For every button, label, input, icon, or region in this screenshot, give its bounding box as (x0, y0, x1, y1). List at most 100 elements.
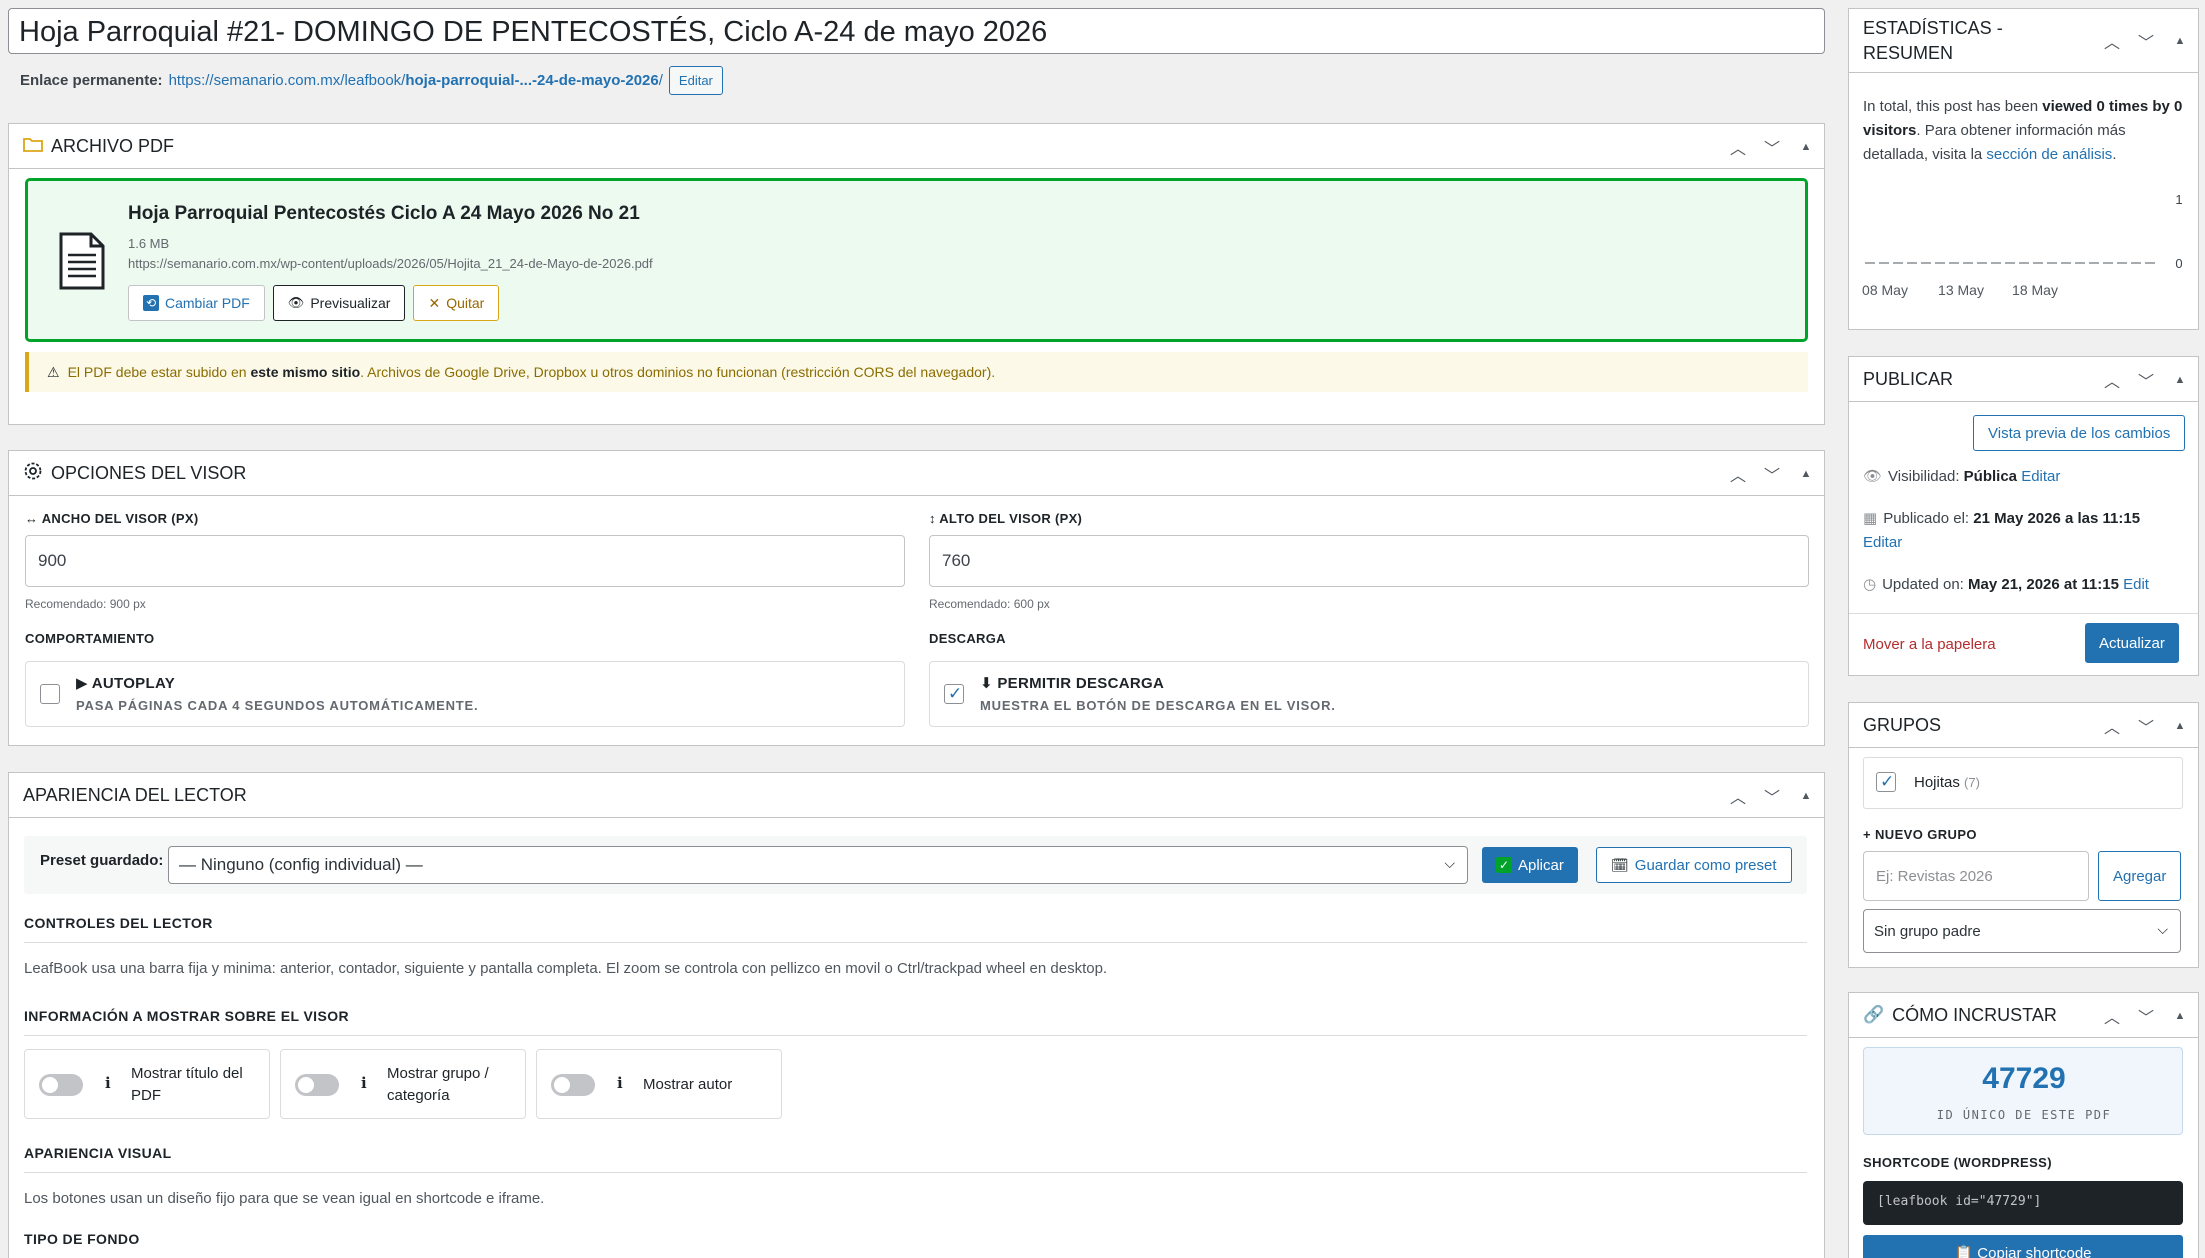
shortcode-code[interactable]: [leafbook id="47729"] (1863, 1181, 2183, 1225)
move-down-icon[interactable]: ﹀ (2138, 1004, 2154, 1028)
permalink-base: https://semanario.com.mx/leafbook/ (168, 71, 406, 89)
copy-shortcode-button[interactable]: 📋 Copiar shortcode (1863, 1235, 2183, 1258)
show-group-toggle[interactable] (295, 1074, 339, 1096)
autoplay-title: ▶ AUTOPLAY (76, 675, 175, 692)
move-down-icon[interactable]: ﹀ (2138, 29, 2154, 53)
visibility-edit-link[interactable]: Editar (2021, 468, 2060, 485)
move-up-icon[interactable]: ︿ (1730, 135, 1746, 159)
move-up-icon[interactable]: ︿ (1730, 784, 1746, 808)
move-down-icon[interactable]: ﹀ (1764, 135, 1780, 159)
autoplay-option[interactable]: ▶ AUTOPLAY PASA PÁGINAS CADA 4 SEGUNDOS … (25, 661, 905, 727)
show-title-toggle[interactable] (39, 1074, 83, 1096)
group-hojitas-checkbox[interactable] (1876, 772, 1896, 792)
pdf-id-card: 47729 ID ÚNICO DE ESTE PDF (1863, 1047, 2183, 1135)
collapse-icon[interactable]: ▲ (1798, 790, 1814, 802)
background-type-title: TIPO DE FONDO (24, 1231, 140, 1247)
preview-changes-button[interactable]: Vista previa de los cambios (1973, 415, 2186, 451)
collapse-icon[interactable]: ▲ (2172, 720, 2188, 732)
collapse-icon[interactable]: ▲ (1798, 468, 1814, 480)
pdf-box-header: ARCHIVO PDF ︿ ﹀ ▲ (9, 124, 1824, 169)
collapse-icon[interactable]: ▲ (2172, 1010, 2188, 1022)
preview-pdf-button[interactable]: 👁 Previsualizar (272, 285, 406, 321)
updated-label: Updated on: (1882, 576, 1968, 593)
pdf-id-value: 47729 (1982, 1062, 2066, 1095)
move-down-icon[interactable]: ﹀ (1764, 784, 1780, 808)
download-description: MUESTRA EL BOTÓN DE DESCARGA EN EL VISOR… (980, 698, 1336, 713)
move-down-icon[interactable]: ﹀ (1764, 462, 1780, 486)
parent-group-select[interactable]: Sin grupo padre ⌵ (1863, 909, 2181, 953)
viewer-options-box: OPCIONES DEL VISOR ︿ ﹀ ▲ ↔ ANCHO DEL VIS… (8, 450, 1825, 746)
show-title-toggle-card[interactable]: i Mostrar título del PDF (24, 1049, 270, 1119)
show-group-toggle-card[interactable]: i Mostrar grupo / categoría (280, 1049, 526, 1119)
update-button[interactable]: Actualizar (2085, 623, 2179, 663)
move-up-icon[interactable]: ︿ (2104, 29, 2120, 53)
analytics-link[interactable]: sección de análisis (1986, 146, 2112, 163)
published-edit-link[interactable]: Editar (1863, 534, 1902, 551)
apply-preset-label: Aplicar (1518, 856, 1564, 874)
post-title-input[interactable]: Hoja Parroquial #21- DOMINGO DE PENTECOS… (8, 8, 1825, 54)
download-label: DESCARGA (929, 631, 1006, 646)
info-title: INFORMACIÓN A MOSTRAR SOBRE EL VISOR (24, 1008, 350, 1024)
move-up-icon[interactable]: ︿ (2104, 1004, 2120, 1028)
download-title: ⬇ PERMITIR DESCARGA (980, 675, 1165, 692)
show-author-toggle[interactable] (551, 1074, 595, 1096)
collapse-icon[interactable]: ▲ (1798, 141, 1814, 153)
publish-box-header: PUBLICAR ︿ ﹀ ▲ (1849, 357, 2198, 402)
divider (24, 942, 1807, 943)
warning-icon: ⚠ (47, 363, 60, 380)
calendar-icon: 🗓 (1611, 856, 1629, 873)
collapse-icon[interactable]: ▲ (2172, 374, 2188, 386)
show-author-toggle-card[interactable]: i Mostrar autor (536, 1049, 782, 1119)
embed-box-header: 🔗 CÓMO INCRUSTAR ︿ ﹀ ▲ (1849, 993, 2198, 1038)
info-icon: i (361, 1074, 367, 1092)
visual-text: Los botones usan un diseño fijo para que… (24, 1190, 545, 1207)
change-pdf-button[interactable]: ⟲ Cambiar PDF (128, 285, 265, 321)
pdf-id-label: ID ÚNICO DE ESTE PDF (1936, 1108, 2112, 1122)
updated-value: May 21, 2026 at 11:15 (1968, 576, 2119, 593)
permalink-link[interactable]: https://semanario.com.mx/leafbook/hoja-p… (169, 72, 663, 89)
download-option[interactable]: ⬇ PERMITIR DESCARGA MUESTRA EL BOTÓN DE … (929, 661, 1809, 727)
groups-box-header: GRUPOS ︿ ﹀ ▲ (1849, 703, 2198, 748)
preset-label: Preset guardado: (40, 852, 164, 869)
add-group-button[interactable]: Agregar (2098, 851, 2182, 901)
autoplay-checkbox[interactable] (40, 684, 60, 704)
move-down-icon[interactable]: ﹀ (2138, 368, 2154, 392)
download-checkbox[interactable] (944, 684, 964, 704)
save-preset-label: Guardar como preset (1634, 856, 1777, 874)
x-tick-label: 08 May (1862, 282, 1908, 298)
collapse-icon[interactable]: ▲ (2172, 35, 2188, 47)
refresh-icon: ⟲ (143, 295, 159, 311)
stats-text-end: . (2112, 146, 2117, 163)
stats-summary: In total, this post has been viewed 0 ti… (1863, 95, 2188, 167)
publish-box-title: PUBLICAR (1863, 368, 1954, 389)
move-up-icon[interactable]: ︿ (1730, 462, 1746, 486)
preset-select-value: — Ninguno (config individual) — (179, 855, 423, 874)
groups-box: GRUPOS ︿ ﹀ ▲ Hojitas (7) + NUEVO GRUPO E… (1848, 702, 2199, 968)
x-tick-label: 13 May (1938, 282, 1984, 298)
apply-preset-button[interactable]: ✓ Aplicar (1482, 847, 1578, 883)
document-icon (58, 231, 106, 291)
updated-edit-link[interactable]: Edit (2123, 576, 2149, 593)
visibility-row: 👁 Visibilidad: Pública Editar (1863, 465, 2060, 489)
behavior-label: COMPORTAMIENTO (25, 631, 155, 646)
viewer-width-input[interactable]: 900 (25, 535, 905, 587)
stats-text-pre: In total, this post has been (1863, 98, 2043, 115)
stats-chart: 1 0 08 May 13 May 18 May (1862, 192, 2183, 298)
published-value: 21 May 2026 a las 11:15 (1973, 510, 2141, 527)
new-group-input[interactable]: Ej: Revistas 2026 (1863, 851, 2089, 901)
viewer-height-hint: Recomendado: 600 px (929, 597, 1050, 611)
viewer-height-input[interactable]: 760 (929, 535, 1809, 587)
stats-title-line2: RESUMEN (1863, 42, 1954, 63)
pdf-box-title: ARCHIVO PDF (51, 135, 175, 156)
preset-select[interactable]: — Ninguno (config individual) — ⌵ (168, 846, 1468, 884)
remove-pdf-label: Quitar (446, 295, 485, 311)
move-up-icon[interactable]: ︿ (2104, 368, 2120, 392)
remove-pdf-button[interactable]: ✕ Quitar (413, 285, 500, 321)
reader-box-title: APARIENCIA DEL LECTOR (23, 784, 247, 805)
move-up-icon[interactable]: ︿ (2104, 714, 2120, 738)
trash-link[interactable]: Mover a la papelera (1863, 633, 1996, 657)
permalink-edit-button[interactable]: Editar (668, 65, 723, 95)
save-preset-button[interactable]: 🗓 Guardar como preset (1596, 847, 1792, 883)
controls-text: LeafBook usa una barra fija y minima: an… (24, 960, 1108, 977)
move-down-icon[interactable]: ﹀ (2138, 714, 2154, 738)
